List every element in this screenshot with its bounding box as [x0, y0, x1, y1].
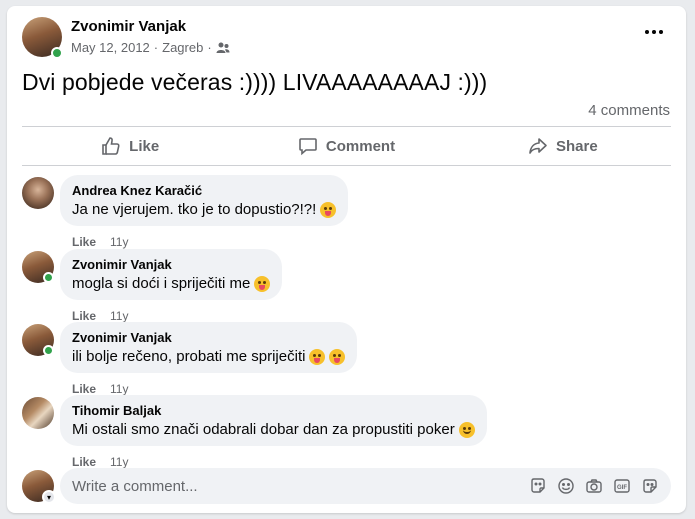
- friends-icon[interactable]: [216, 42, 230, 54]
- avatar-sticker-icon[interactable]: [529, 477, 547, 495]
- comment-text: mogla si doći i spriječiti me: [72, 275, 251, 292]
- comment-time[interactable]: 11y: [110, 235, 128, 249]
- meta-separator: ·: [153, 40, 159, 55]
- emoji-icon[interactable]: [557, 477, 575, 495]
- more-options-icon[interactable]: [640, 22, 668, 42]
- comment-button[interactable]: Comment: [238, 128, 454, 164]
- divider: [22, 165, 671, 166]
- commenter-avatar[interactable]: [22, 397, 54, 429]
- post-meta: May 12, 2012 · Zagreb ·: [71, 40, 230, 55]
- comment-label: Comment: [325, 137, 396, 155]
- comment-like-button[interactable]: Like: [72, 309, 96, 323]
- comment-bubble-icon: [299, 138, 317, 156]
- composer-icons: GIF: [529, 477, 659, 495]
- comment-like-button[interactable]: Like: [72, 382, 96, 396]
- comment-bubble: Andrea Knez Karačić Ja ne vjerujem. tko …: [60, 175, 349, 226]
- svg-text:GIF: GIF: [617, 485, 627, 491]
- comment-bubble: Tihomir Baljak Mi ostali smo znači odabr…: [60, 395, 487, 446]
- comment-bubble: Zvonimir Vanjak mogla si doći i spriječi…: [60, 249, 283, 300]
- commenter-name[interactable]: Tihomir Baljak: [72, 403, 475, 418]
- comment-bubble: Zvonimir Vanjak ili bolje rečeno, probat…: [60, 322, 358, 373]
- comment-count-link[interactable]: 4 comments: [588, 102, 670, 119]
- post-card: Zvonimir Vanjak May 12, 2012 · Zagreb · …: [7, 6, 686, 513]
- commenter-name[interactable]: Zvonimir Vanjak: [72, 257, 270, 272]
- online-status-dot: [43, 272, 54, 283]
- post-location[interactable]: Zagreb: [162, 40, 203, 55]
- commenter-name[interactable]: Zvonimir Vanjak: [72, 330, 345, 345]
- comment-text: Ja ne vjerujem. tko je to dopustio?!?!: [72, 201, 317, 218]
- post-text: Dvi pobjede večeras :)))) LIVAAAAAAAAJ :…: [22, 69, 488, 95]
- share-arrow-icon: [529, 138, 547, 154]
- comment-like-button[interactable]: Like: [72, 455, 96, 469]
- post-author-name[interactable]: Zvonimir Vanjak: [71, 18, 186, 35]
- comment-meta: Like 11y: [72, 309, 128, 323]
- share-label: Share: [555, 137, 598, 155]
- post-date[interactable]: May 12, 2012: [71, 40, 150, 55]
- smile-emoji-icon: [458, 421, 475, 438]
- comment-meta: Like 11y: [72, 235, 128, 249]
- commenter-name[interactable]: Andrea Knez Karačić: [72, 183, 336, 198]
- like-label: Like: [129, 137, 160, 155]
- thumbs-up-icon: [102, 137, 120, 155]
- commenter-avatar[interactable]: [22, 177, 54, 209]
- online-status-dot: [43, 345, 54, 356]
- comment-meta: Like 11y: [72, 455, 128, 469]
- comment-text: Mi ostali smo znači odabrali dobar dan z…: [72, 421, 455, 438]
- share-button[interactable]: Share: [455, 128, 671, 164]
- like-button[interactable]: Like: [22, 128, 238, 164]
- comment-composer: GIF: [60, 468, 671, 504]
- post-actions: Like Comment Share: [22, 128, 671, 164]
- comment-input[interactable]: [72, 477, 492, 495]
- meta-separator: ·: [207, 40, 212, 55]
- comment-time[interactable]: 11y: [110, 309, 128, 323]
- tongue-emoji-icon: [329, 348, 346, 365]
- tongue-emoji-icon: [254, 275, 271, 292]
- divider: [22, 126, 671, 127]
- chevron-down-icon[interactable]: ▾: [42, 490, 56, 504]
- tongue-emoji-icon: [320, 201, 337, 218]
- comment-like-button[interactable]: Like: [72, 235, 96, 249]
- online-status-dot: [51, 47, 63, 59]
- comment-meta: Like 11y: [72, 382, 128, 396]
- sticker-icon[interactable]: [641, 477, 659, 495]
- tongue-emoji-icon: [309, 348, 326, 365]
- comment-text: ili bolje rečeno, probati me spriječiti: [72, 348, 306, 365]
- gif-icon[interactable]: GIF: [613, 477, 631, 495]
- comment-time[interactable]: 11y: [110, 455, 128, 469]
- camera-icon[interactable]: [585, 477, 603, 495]
- comment-time[interactable]: 11y: [110, 382, 128, 396]
